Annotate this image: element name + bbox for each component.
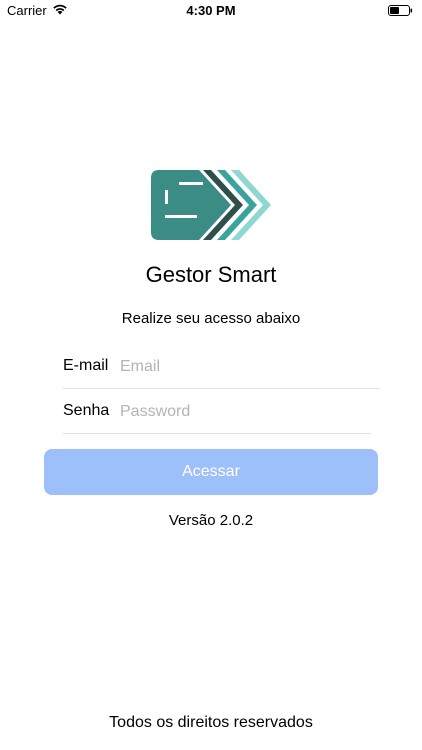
- clock: 4:30 PM: [186, 3, 236, 18]
- gestor-smart-logo: [151, 170, 271, 240]
- login-subtitle: Realize seu acesso abaixo: [121, 310, 301, 327]
- version-label: Versão 2.0.2: [168, 512, 254, 529]
- email-divider: [63, 388, 380, 389]
- login-button[interactable]: Acessar: [44, 449, 378, 495]
- email-field[interactable]: [120, 352, 370, 382]
- status-bar: Carrier 4:30 PM: [0, 0, 422, 22]
- battery-icon: [388, 5, 413, 16]
- password-field-row: Senha: [63, 393, 380, 433]
- app-title: Gestor Smart: [145, 262, 277, 287]
- password-label: Senha: [63, 402, 110, 419]
- email-label: E-mail: [63, 357, 109, 374]
- password-field[interactable]: [120, 397, 370, 427]
- email-field-row: E-mail: [63, 348, 380, 388]
- password-divider: [63, 433, 371, 434]
- footer-rights: Todos os direitos reservados: [109, 714, 313, 731]
